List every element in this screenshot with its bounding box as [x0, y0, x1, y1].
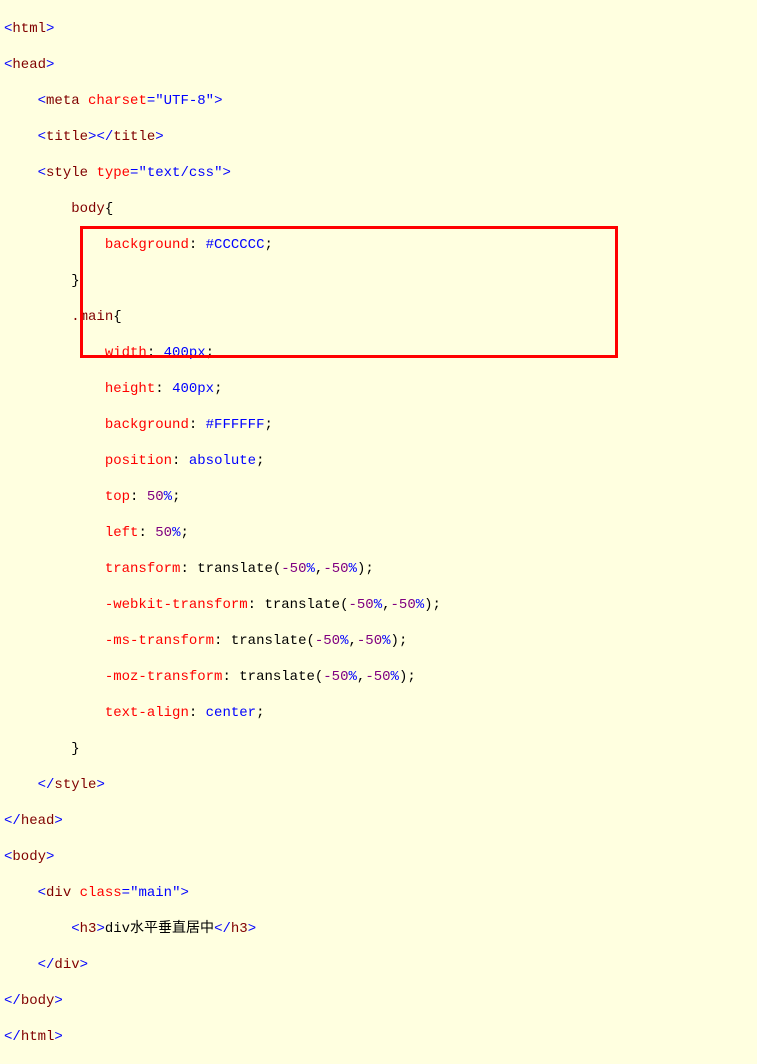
- code-line: }: [4, 272, 753, 290]
- code-line: <title></title>: [4, 128, 753, 146]
- code-line: <h3>div水平垂直居中</h3>: [4, 920, 753, 938]
- code-line: .main{: [4, 308, 753, 326]
- code-block: <html> <head> <meta charset="UTF-8"> <ti…: [4, 2, 753, 1064]
- code-line: top: 50%;: [4, 488, 753, 506]
- code-line: }: [4, 740, 753, 758]
- code-line: </body>: [4, 992, 753, 1010]
- code-line: left: 50%;: [4, 524, 753, 542]
- code-line: width: 400px;: [4, 344, 753, 362]
- code-line: </div>: [4, 956, 753, 974]
- code-line: <html>: [4, 20, 753, 38]
- code-line: <style type="text/css">: [4, 164, 753, 182]
- code-line: height: 400px;: [4, 380, 753, 398]
- code-line: transform: translate(-50%,-50%);: [4, 560, 753, 578]
- code-line: background: #FFFFFF;: [4, 416, 753, 434]
- code-line: text-align: center;: [4, 704, 753, 722]
- code-line: </style>: [4, 776, 753, 794]
- code-line: position: absolute;: [4, 452, 753, 470]
- code-line: -ms-transform: translate(-50%,-50%);: [4, 632, 753, 650]
- code-line: background: #CCCCCC;: [4, 236, 753, 254]
- code-line: <head>: [4, 56, 753, 74]
- code-line: </head>: [4, 812, 753, 830]
- code-line: -moz-transform: translate(-50%,-50%);: [4, 668, 753, 686]
- code-line: body{: [4, 200, 753, 218]
- code-line: <div class="main">: [4, 884, 753, 902]
- code-line: <body>: [4, 848, 753, 866]
- code-line: <meta charset="UTF-8">: [4, 92, 753, 110]
- code-line: </html>: [4, 1028, 753, 1046]
- code-line: -webkit-transform: translate(-50%,-50%);: [4, 596, 753, 614]
